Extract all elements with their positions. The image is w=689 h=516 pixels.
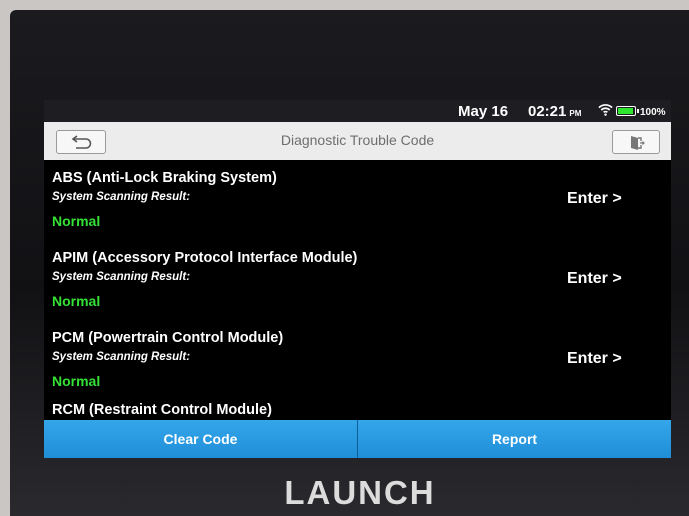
- battery-tip: [637, 109, 639, 113]
- system-list[interactable]: ABS (Anti-Lock Braking System) System Sc…: [44, 160, 671, 420]
- brand-logo: LAUNCH: [284, 474, 436, 511]
- title-bar: Diagnostic Trouble Code: [44, 122, 671, 160]
- page-title: Diagnostic Trouble Code: [280, 132, 435, 148]
- scan-status: Normal: [52, 213, 101, 229]
- status-date: May 16: [458, 103, 509, 120]
- list-item[interactable]: RCM (Restraint Control Module): [44, 400, 671, 420]
- system-name: ABS (Anti-Lock Braking System): [52, 170, 277, 186]
- scan-result-label: System Scanning Result:: [52, 351, 191, 363]
- status-time: 02:21 PM: [528, 103, 582, 120]
- battery-icon: [616, 106, 639, 116]
- system-name: PCM (Powertrain Control Module): [52, 330, 284, 346]
- wifi-icon: [598, 102, 613, 122]
- back-button[interactable]: [56, 130, 106, 154]
- scan-status: Normal: [52, 373, 101, 389]
- scan-result-label: System Scanning Result:: [52, 271, 191, 283]
- clear-code-button[interactable]: Clear Code: [44, 420, 357, 458]
- system-name: RCM (Restraint Control Module): [52, 402, 272, 418]
- enter-button[interactable]: Enter >: [567, 270, 622, 288]
- exit-button[interactable]: [612, 130, 660, 154]
- scan-result-label: System Scanning Result:: [52, 191, 191, 203]
- status-ampm: PM: [569, 109, 582, 118]
- device-screen: May 16 02:21 PM 100% Diagnostic Trouble C…: [44, 100, 671, 458]
- action-bar: Clear Code Report: [44, 420, 671, 458]
- battery-percent: 100%: [640, 107, 666, 118]
- list-item[interactable]: ABS (Anti-Lock Braking System) System Sc…: [44, 160, 671, 240]
- report-button[interactable]: Report: [357, 420, 671, 458]
- list-item[interactable]: PCM (Powertrain Control Module) System S…: [44, 320, 671, 400]
- list-item[interactable]: APIM (Accessory Protocol Interface Modul…: [44, 240, 671, 320]
- battery-level-fill: [618, 108, 633, 114]
- system-name: APIM (Accessory Protocol Interface Modul…: [52, 250, 358, 266]
- back-arrow-icon: [71, 135, 92, 149]
- enter-button[interactable]: Enter >: [567, 190, 622, 208]
- exit-door-icon: [631, 136, 645, 150]
- scan-status: Normal: [52, 293, 101, 309]
- enter-button[interactable]: Enter >: [567, 350, 622, 368]
- status-bar: May 16 02:21 PM 100%: [44, 100, 671, 122]
